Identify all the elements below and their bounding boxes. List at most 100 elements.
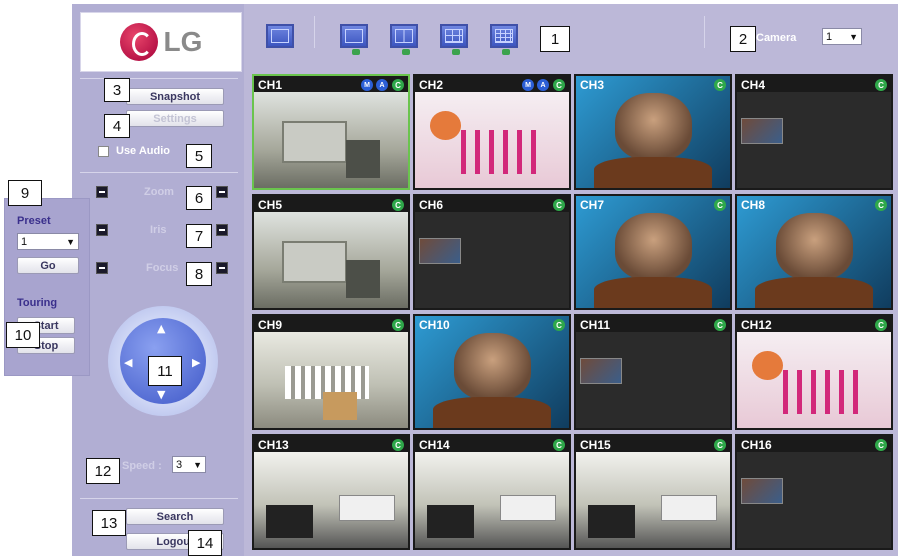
camera-tile[interactable]: CH5 C <box>252 194 410 310</box>
zoom-in-button[interactable] <box>216 186 228 198</box>
connection-status-icon: C <box>392 439 404 451</box>
channel-label: CH2 <box>419 78 444 92</box>
connection-status-icon: C <box>714 319 726 331</box>
connection-status-icon: C <box>392 199 404 211</box>
fullscreen-view-icon[interactable] <box>266 24 294 48</box>
speed-select[interactable]: 3 ▼ <box>172 456 206 473</box>
callout-number: 1 <box>540 26 570 52</box>
snapshot-button[interactable]: Snapshot <box>126 88 224 105</box>
channel-label: CH13 <box>258 438 289 452</box>
focus-near-button[interactable] <box>96 262 108 274</box>
toolbar-separator <box>314 16 315 48</box>
iris-label: Iris <box>150 224 167 236</box>
camera-tile[interactable]: CH15 C <box>574 434 732 550</box>
chevron-down-icon: ▼ <box>849 32 858 42</box>
focus-far-button[interactable] <box>216 262 228 274</box>
focus-label: Focus <box>146 262 179 274</box>
touring-title: Touring <box>17 297 58 309</box>
pan-right-icon[interactable]: ▶ <box>192 356 200 369</box>
camera-tile[interactable]: CH10 C <box>413 314 571 430</box>
camera-feed <box>254 92 408 188</box>
channel-label: CH1 <box>258 78 283 92</box>
connection-status-icon: C <box>714 199 726 211</box>
divider <box>80 172 238 173</box>
camera-tile[interactable]: CH1 C A M <box>252 74 410 190</box>
channel-label: CH10 <box>419 318 450 332</box>
channel-label: CH4 <box>741 78 766 92</box>
camera-feed <box>254 212 408 308</box>
preset-go-button[interactable]: Go <box>17 257 79 274</box>
pan-left-icon[interactable]: ◀ <box>124 356 132 369</box>
connection-status-icon: C <box>392 79 404 91</box>
channel-label: CH15 <box>580 438 611 452</box>
channel-label: CH14 <box>419 438 450 452</box>
camera-tile[interactable]: CH14 C <box>413 434 571 550</box>
zoom-out-button[interactable] <box>96 186 108 198</box>
connection-status-icon: C <box>392 319 404 331</box>
connection-status-icon: C <box>875 79 887 91</box>
camera-feed <box>415 316 569 428</box>
alarm-icon: A <box>537 79 549 91</box>
camera-select-value: 1 <box>826 30 833 43</box>
motion-icon: M <box>522 79 534 91</box>
feed-thumbnail <box>741 118 783 144</box>
pan-up-icon[interactable]: ▲ <box>157 322 165 335</box>
settings-button[interactable]: Settings <box>126 110 224 127</box>
speed-select-value: 3 <box>176 458 183 471</box>
camera-tile[interactable]: CH7 C <box>574 194 732 310</box>
callout-number: 12 <box>86 458 120 484</box>
iris-close-button[interactable] <box>96 224 108 236</box>
camera-tile[interactable]: CH9 C <box>252 314 410 430</box>
preset-title: Preset <box>17 215 51 227</box>
iris-open-button[interactable] <box>216 224 228 236</box>
channel-label: CH7 <box>580 198 605 212</box>
camera-grid: CH1 C A M CH2 C A M CH3 C CH4 C CH5 C CH6 C CH7 C CH8 C CH9 C… <box>252 74 893 552</box>
camera-feed <box>415 212 569 308</box>
layout-1-icon[interactable] <box>340 24 368 55</box>
callout-number: 10 <box>6 322 40 348</box>
callout-number: 6 <box>186 186 212 210</box>
camera-tile[interactable]: CH16 C <box>735 434 893 550</box>
callout-number: 4 <box>104 114 130 138</box>
search-button[interactable]: Search <box>126 508 224 525</box>
callout-number: 3 <box>104 78 130 102</box>
channel-label: CH11 <box>580 318 611 332</box>
camera-tile[interactable]: CH11 C <box>574 314 732 430</box>
camera-tile[interactable]: CH4 C <box>735 74 893 190</box>
connection-status-icon: C <box>875 319 887 331</box>
camera-tile[interactable]: CH13 C <box>252 434 410 550</box>
camera-feed <box>737 196 891 308</box>
feed-thumbnail <box>580 358 622 384</box>
callout-number: 9 <box>8 180 42 206</box>
layout-4-icon[interactable] <box>390 24 418 55</box>
lg-logo-icon <box>119 23 158 61</box>
feed-thumbnail <box>419 238 461 264</box>
connection-status-icon: C <box>714 79 726 91</box>
connection-status-icon: C <box>553 199 565 211</box>
camera-feed <box>576 452 730 548</box>
camera-select[interactable]: 1 ▼ <box>822 28 862 45</box>
camera-feed <box>737 332 891 428</box>
callout-number: 8 <box>186 262 212 286</box>
camera-tile[interactable]: CH2 C A M <box>413 74 571 190</box>
channel-label: CH9 <box>258 318 283 332</box>
preset-select-value: 1 <box>21 235 28 248</box>
connection-status-icon: C <box>553 319 565 331</box>
camera-tile[interactable]: CH3 C <box>574 74 732 190</box>
channel-label: CH5 <box>258 198 283 212</box>
camera-feed <box>737 92 891 188</box>
callout-number: 11 <box>148 356 182 386</box>
pan-down-icon[interactable]: ▼ <box>157 388 165 401</box>
layout-16-icon[interactable] <box>490 24 518 55</box>
camera-tile[interactable]: CH6 C <box>413 194 571 310</box>
zoom-label: Zoom <box>144 186 174 198</box>
camera-tile[interactable]: CH12 C <box>735 314 893 430</box>
use-audio-checkbox[interactable] <box>98 146 109 157</box>
connection-status-icon: C <box>714 439 726 451</box>
camera-tile[interactable]: CH8 C <box>735 194 893 310</box>
callout-number: 7 <box>186 224 212 248</box>
layout-9-icon[interactable] <box>440 24 468 55</box>
camera-feed <box>415 92 569 188</box>
divider <box>80 498 238 499</box>
preset-select[interactable]: 1 ▼ <box>17 233 79 250</box>
